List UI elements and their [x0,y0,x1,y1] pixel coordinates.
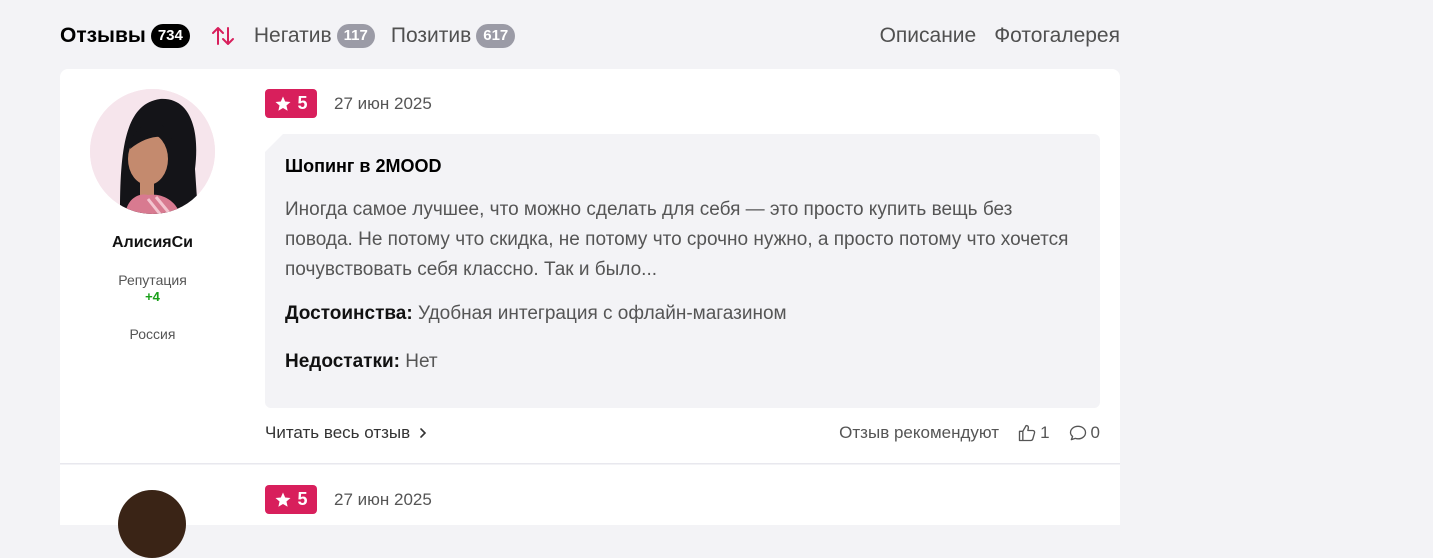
review-card: 5 27 июн 2025 [60,465,1120,558]
author-country: Россия [129,326,176,342]
pros-text: Удобная интеграция с офлайн-магазином [417,303,787,324]
pros-label: Достоинства: [285,303,413,324]
tab-positive-label: Позитив [390,24,472,47]
read-more-label: Читать весь отзыв [265,423,411,442]
tab-description[interactable]: Описание [880,24,977,48]
review-title[interactable]: Шопинг в 2MOOD [285,156,1080,177]
sort-arrows-icon[interactable] [210,23,236,49]
review-card: АлисияСи Репутация +4 Россия 5 27 июн 20… [60,69,1120,464]
review-date: 27 июн 2025 [334,490,432,509]
right-links: Описание Фотогалерея [862,24,1120,48]
rating-value: 5 [297,489,308,509]
rating-value: 5 [297,93,308,113]
reputation-value: +4 [145,289,160,304]
tab-reviews-label: Отзывы [60,24,146,47]
tab-positive[interactable]: Позитив 617 [390,24,516,48]
star-icon [275,96,291,111]
cons-text: Нет [405,351,438,372]
comments-count: 0 [1090,423,1100,442]
reviews-nav: Отзывы 734 Негатив 117 Позитив 617 Описа… [60,20,1120,52]
review-cons: Недостатки: Нет [285,351,1080,373]
reviews-count-badge: 734 [150,24,190,48]
likes-count: 1 [1040,423,1050,442]
comment-bubble-icon[interactable] [1068,423,1088,443]
chevron-right-icon [420,428,427,438]
rating-badge: 5 [265,89,317,118]
tab-gallery[interactable]: Фотогалерея [994,24,1120,48]
avatar-image [90,89,215,214]
review-pros: Достоинства: Удобная интеграция с офлайн… [285,303,1080,325]
recommend-label: Отзыв рекомендуют [839,423,1000,442]
thumbs-up-icon[interactable] [1017,423,1037,443]
negative-count-badge: 117 [336,24,375,48]
rating-badge: 5 [265,485,317,514]
avatar[interactable] [118,490,186,558]
positive-count-badge: 617 [476,24,516,48]
tab-reviews[interactable]: Отзывы 734 [60,24,190,48]
review-body[interactable]: Шопинг в 2MOOD Иногда самое лучшее, что … [265,134,1100,408]
review-text: Иногда самое лучшее, что можно сделать д… [285,199,1069,280]
review-date: 27 июн 2025 [334,94,432,113]
avatar[interactable] [90,89,215,214]
tab-negative-label: Негатив [253,24,332,47]
read-more-link[interactable]: Читать весь отзыв [265,423,430,443]
author-name[interactable]: АлисияСи [60,234,245,252]
author-block: АлисияСи Репутация +4 Россия [60,69,245,342]
review-actions: Отзыв рекомендуют 1 0 [839,423,1100,443]
reputation-label: Репутация [118,272,187,288]
tab-negative[interactable]: Негатив 117 [254,24,375,48]
star-icon [275,492,291,507]
cons-label: Недостатки: [285,351,400,372]
